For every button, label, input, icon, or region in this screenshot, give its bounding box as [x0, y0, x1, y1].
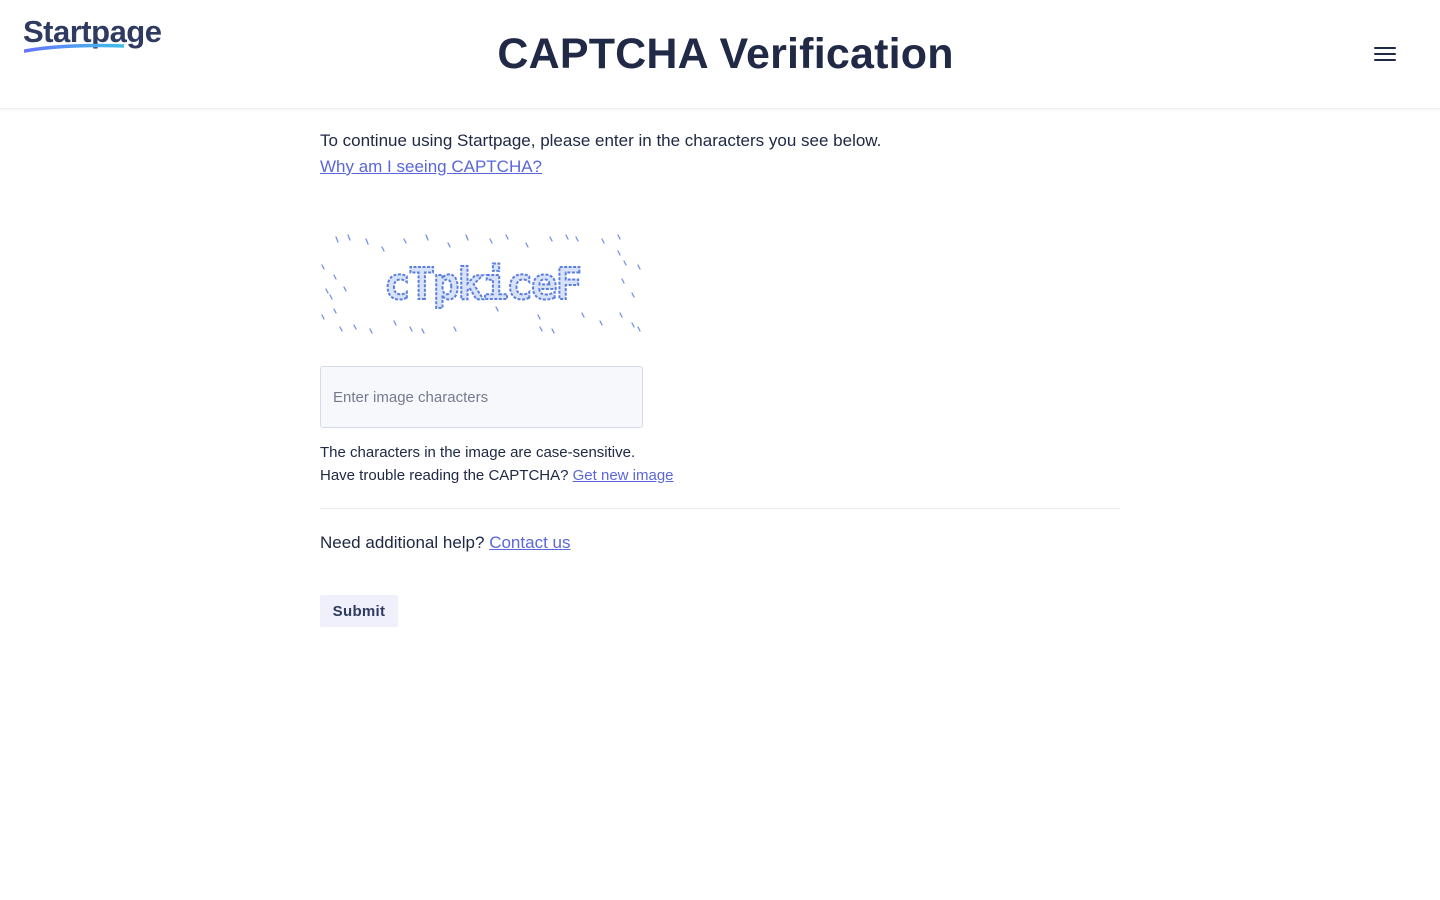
- captcha-image: cTpkiceF: [321, 234, 641, 334]
- submit-button[interactable]: Submit: [320, 595, 398, 627]
- contact-us-link[interactable]: Contact us: [489, 533, 570, 552]
- why-captcha-link[interactable]: Why am I seeing CAPTCHA?: [320, 157, 542, 176]
- page-title: CAPTCHA Verification: [497, 30, 954, 78]
- captcha-hint: The characters in the image are case-sen…: [320, 441, 674, 487]
- help-text: Need additional help?: [320, 533, 485, 552]
- trouble-text: Have trouble reading the CAPTCHA?: [320, 467, 569, 484]
- help-section: Need additional help? Contact us: [320, 530, 570, 556]
- case-sensitive-note: The characters in the image are case-sen…: [320, 444, 636, 461]
- intro-text: To continue using Startpage, please ente…: [320, 128, 1120, 180]
- captcha-input[interactable]: [320, 366, 643, 428]
- menu-line: [1374, 53, 1396, 55]
- divider: [320, 508, 1120, 509]
- get-new-image-link[interactable]: Get new image: [573, 467, 674, 484]
- captcha-characters: cTpkiceF: [384, 259, 580, 310]
- menu-line: [1374, 47, 1396, 49]
- captcha-form: To continue using Startpage, please ente…: [320, 128, 1120, 627]
- menu-line: [1374, 59, 1396, 61]
- hamburger-menu-icon[interactable]: [1370, 40, 1400, 70]
- intro-message: To continue using Startpage, please ente…: [320, 131, 882, 150]
- site-header: Startpage CAPTCHA Verification: [0, 0, 1440, 109]
